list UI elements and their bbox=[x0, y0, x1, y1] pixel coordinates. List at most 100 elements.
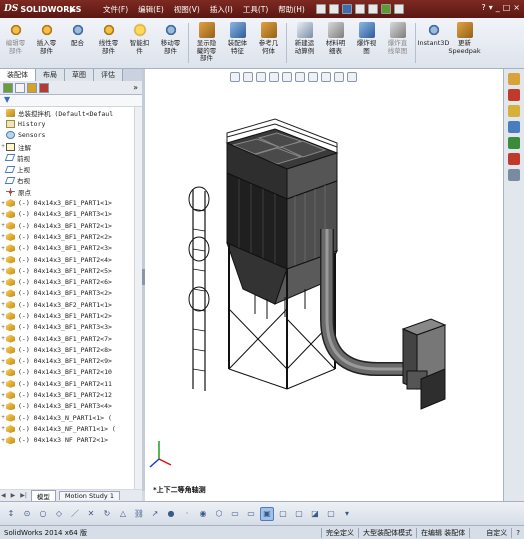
ribbon-button[interactable]: 移动零 部件 bbox=[155, 18, 186, 68]
expand-toggle-icon[interactable]: + bbox=[0, 358, 6, 365]
close-button[interactable]: × bbox=[513, 3, 520, 12]
appearance-icon[interactable] bbox=[321, 72, 331, 82]
edge-icon[interactable]: ◪ bbox=[308, 507, 322, 521]
appearances-icon[interactable] bbox=[508, 137, 520, 149]
filter-icon[interactable]: ▼ bbox=[4, 95, 10, 104]
expand-icon[interactable]: ↕ bbox=[4, 507, 18, 521]
expand-toggle-icon[interactable]: + bbox=[0, 200, 6, 207]
dot-small-icon[interactable]: · bbox=[180, 507, 194, 521]
solidworks-resources-icon[interactable] bbox=[508, 73, 520, 85]
rect2-icon[interactable]: ▭ bbox=[244, 507, 258, 521]
menu-expander-icon[interactable]: ▶ bbox=[66, 5, 80, 14]
tree-item[interactable]: + (-) 04x14x3_BF1_PART2<12 bbox=[0, 389, 134, 400]
configuration-manager-icon[interactable] bbox=[27, 82, 37, 93]
expand-toggle-icon[interactable]: + bbox=[0, 279, 6, 286]
tree-item[interactable]: + (-) 04x14x3_N_PART1<1> ( bbox=[0, 412, 134, 423]
ribbon-button[interactable]: 显示隐 藏的零 部件 bbox=[191, 18, 222, 68]
tab-sketch[interactable]: 草图 bbox=[65, 69, 94, 81]
expand-toggle-icon[interactable]: + bbox=[0, 222, 6, 229]
tree-item[interactable]: + (-) 04x14x3_BF1_PART2<4> bbox=[0, 254, 134, 265]
options-icon[interactable] bbox=[393, 4, 404, 14]
view-orientation-icon[interactable] bbox=[282, 72, 292, 82]
zoom-to-fit-icon[interactable] bbox=[230, 72, 240, 82]
expand-toggle-icon[interactable]: + bbox=[0, 425, 6, 432]
tree-item[interactable]: Sensors bbox=[0, 130, 134, 141]
expand-toggle-icon[interactable]: + bbox=[0, 233, 6, 240]
open-icon[interactable] bbox=[328, 4, 339, 14]
active-view-icon[interactable]: ▣ bbox=[260, 506, 274, 521]
smart-dimension-icon[interactable]: ◇ bbox=[52, 507, 66, 521]
dot-blue-icon[interactable]: ● bbox=[164, 507, 178, 521]
expand-toggle-icon[interactable]: + bbox=[0, 380, 6, 387]
ribbon-button[interactable]: 线性零 部件 bbox=[93, 18, 124, 68]
tree-filter[interactable]: ▼ bbox=[0, 95, 142, 107]
circle-icon[interactable]: ○ bbox=[36, 507, 50, 521]
view-settings-icon[interactable] bbox=[347, 72, 357, 82]
tree-item[interactable]: + (-) 04x14x3_BF1_PART2<9> bbox=[0, 356, 134, 367]
tree-item[interactable]: + (-) 04x14x3_BF1_PART3<2> bbox=[0, 288, 134, 299]
zoom-area-icon[interactable] bbox=[243, 72, 253, 82]
expand-toggle-icon[interactable]: + bbox=[0, 312, 6, 319]
tree-item[interactable]: + (-) 04x14x3 NF PART2<1> bbox=[0, 435, 134, 446]
minimize-button[interactable]: _ bbox=[496, 3, 500, 12]
design-library-icon[interactable] bbox=[508, 89, 520, 101]
tree-item[interactable]: 右视 bbox=[0, 175, 134, 186]
help-icon[interactable]: ? bbox=[481, 3, 485, 12]
tree-item[interactable]: 上视 bbox=[0, 163, 134, 174]
chevron-right-icon[interactable]: » bbox=[133, 83, 138, 92]
maximize-button[interactable]: □ bbox=[503, 3, 511, 12]
expand-toggle-icon[interactable]: + bbox=[0, 211, 6, 218]
first-tab-icon[interactable]: ◀ bbox=[0, 492, 7, 499]
tab-model[interactable]: 模型 bbox=[30, 490, 56, 501]
expand-toggle-icon[interactable]: + bbox=[0, 290, 6, 297]
record-icon[interactable]: ◉ bbox=[196, 507, 210, 521]
ribbon-button[interactable]: 配合 bbox=[62, 18, 93, 68]
tree-item[interactable]: + (-) 04x14x3_BF1_PART3<3> bbox=[0, 322, 134, 333]
scene-icon[interactable] bbox=[334, 72, 344, 82]
ribbon-button[interactable]: 参考几 何体 bbox=[253, 18, 284, 68]
tab-motion-study[interactable]: Motion Study 1 bbox=[58, 491, 120, 500]
forum-icon[interactable] bbox=[508, 169, 520, 181]
view-palette-icon[interactable] bbox=[508, 121, 520, 133]
tree-scrollbar[interactable] bbox=[134, 107, 142, 489]
custom-properties-icon[interactable] bbox=[508, 153, 520, 165]
ribbon-button[interactable]: 插入零 部件 bbox=[31, 18, 62, 68]
tab-assembly[interactable]: 装配体 bbox=[0, 69, 36, 81]
tree-item[interactable]: + (-) 04x14x3_BF1_PART2<3> bbox=[0, 243, 134, 254]
ribbon-button[interactable]: 新建运 动算例 bbox=[289, 18, 320, 68]
ribbon-button[interactable]: 爆炸视 图 bbox=[351, 18, 382, 68]
rebuild-icon[interactable] bbox=[380, 4, 391, 14]
file-explorer-icon[interactable] bbox=[508, 105, 520, 117]
tree-item[interactable]: + (-) 04x14x3_BF1_PART2<10 bbox=[0, 367, 134, 378]
view-center-icon[interactable]: ⊙ bbox=[20, 507, 34, 521]
tree-item[interactable]: + (-) 04x14x3_NF_PART1<1> ( bbox=[0, 423, 134, 434]
graphics-area[interactable] bbox=[145, 69, 503, 501]
expand-toggle-icon[interactable]: + bbox=[0, 256, 6, 263]
view-icon-3[interactable]: ▢ bbox=[292, 507, 306, 521]
tree-item[interactable]: + (-) 04x14x3_BF1_PART2<5> bbox=[0, 265, 134, 276]
expand-toggle-icon[interactable]: + bbox=[0, 414, 6, 421]
ribbon-button[interactable]: 更新 Speedpak bbox=[448, 18, 481, 68]
menu-help[interactable]: 帮助(H) bbox=[273, 4, 310, 15]
menu-file[interactable]: 文件(F) bbox=[98, 4, 133, 15]
next-tab-icon[interactable]: ▶ bbox=[10, 492, 17, 499]
previous-view-icon[interactable] bbox=[256, 72, 266, 82]
ribbon-button[interactable]: Instant3D bbox=[418, 18, 449, 68]
help-dropdown-icon[interactable]: ▾ bbox=[489, 3, 493, 12]
expand-toggle-icon[interactable]: + bbox=[0, 437, 6, 444]
ribbon-button[interactable]: 智能扣 件 bbox=[124, 18, 155, 68]
tree-item[interactable]: + 注解 bbox=[0, 141, 134, 152]
tree-item[interactable]: + (-) 04x14x3_BF1_PART2<8> bbox=[0, 344, 134, 355]
status-help-icon[interactable]: ? bbox=[512, 529, 524, 537]
ribbon-button[interactable]: 爆炸直 线草图 bbox=[382, 18, 413, 68]
display-style-icon[interactable] bbox=[295, 72, 305, 82]
new-document-icon[interactable] bbox=[315, 4, 326, 14]
status-custom-units[interactable]: 自定义 bbox=[482, 528, 511, 538]
tree-item[interactable]: History bbox=[0, 118, 134, 129]
undo-icon[interactable] bbox=[367, 4, 378, 14]
hide-show-icon[interactable] bbox=[308, 72, 318, 82]
ribbon-button[interactable]: 编辑零 部件 bbox=[0, 18, 31, 68]
expand-toggle-icon[interactable]: + bbox=[0, 301, 6, 308]
chain-icon[interactable]: ⛓ bbox=[132, 507, 146, 521]
menu-tools[interactable]: 工具(T) bbox=[238, 4, 273, 15]
